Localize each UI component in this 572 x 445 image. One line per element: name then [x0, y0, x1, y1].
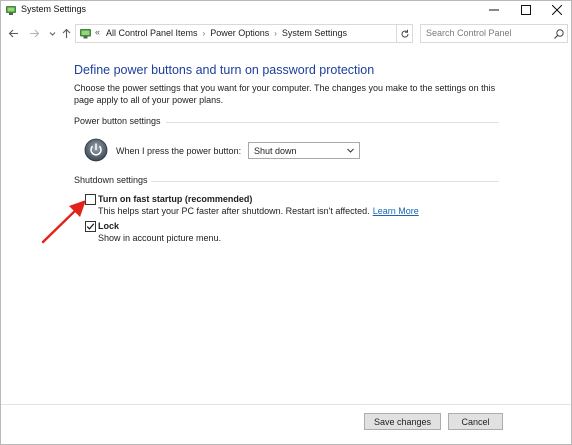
shutdown-settings-heading: Shutdown settings	[74, 175, 148, 185]
breadcrumb: All Control Panel Items › Power Options …	[106, 28, 347, 38]
up-button[interactable]	[59, 26, 73, 40]
lock-label[interactable]: Lock	[98, 221, 119, 231]
address-overflow-icon[interactable]: «	[95, 27, 100, 37]
cancel-button[interactable]: Cancel	[448, 413, 503, 430]
control-panel-icon	[80, 29, 91, 39]
breadcrumb-power-options[interactable]: Power Options	[210, 28, 269, 38]
breadcrumb-system-settings[interactable]: System Settings	[282, 28, 347, 38]
footer-divider	[1, 404, 571, 405]
arrow-left-icon	[8, 29, 18, 37]
power-button-settings-heading: Power button settings	[74, 116, 161, 126]
learn-more-link[interactable]: Learn More	[373, 206, 419, 216]
refresh-icon	[401, 29, 409, 37]
fast-startup-label[interactable]: Turn on fast startup (recommended)	[98, 194, 252, 204]
refresh-button[interactable]	[397, 24, 413, 43]
arrow-right-icon	[29, 29, 39, 37]
chevron-down-icon	[347, 148, 354, 153]
window-title: System Settings	[21, 4, 87, 14]
page-title: Define power buttons and turn on passwor…	[74, 63, 375, 77]
search-box[interactable]	[420, 24, 568, 43]
breadcrumb-all-control-panel-items[interactable]: All Control Panel Items	[106, 28, 198, 38]
divider	[151, 181, 499, 182]
search-input[interactable]	[426, 28, 546, 38]
arrow-up-icon	[62, 28, 70, 38]
breadcrumb-separator-icon[interactable]: ›	[203, 29, 206, 38]
fast-startup-description-text: This helps start your PC faster after sh…	[98, 206, 370, 216]
back-button[interactable]	[6, 26, 20, 40]
maximize-icon	[521, 5, 531, 15]
chevron-down-icon	[49, 31, 55, 36]
intro-text: Choose the power settings that you want …	[74, 83, 496, 105]
forward-button[interactable]	[27, 26, 41, 40]
power-button-action-value: Shut down	[254, 146, 297, 156]
power-button-action-select[interactable]: Shut down	[248, 142, 360, 159]
close-icon	[552, 5, 562, 15]
lock-description: Show in account picture menu.	[98, 233, 222, 243]
minimize-icon	[489, 9, 499, 11]
address-bar[interactable]: « All Control Panel Items › Power Option…	[75, 24, 467, 43]
divider	[166, 122, 499, 123]
power-icon	[84, 138, 108, 162]
fast-startup-description: This helps start your PC faster after sh…	[98, 206, 419, 216]
title-bar: System Settings	[1, 1, 571, 19]
breadcrumb-separator-icon[interactable]: ›	[274, 29, 277, 38]
search-icon[interactable]	[553, 28, 565, 40]
minimize-button[interactable]	[479, 1, 509, 19]
navigation-bar: « All Control Panel Items › Power Option…	[1, 23, 571, 45]
annotation-arrow-icon	[41, 200, 86, 244]
save-changes-button[interactable]: Save changes	[364, 413, 441, 430]
power-button-action-label: When I press the power button:	[116, 146, 242, 156]
system-settings-window: System Settings « All Control Panel Item…	[0, 0, 572, 445]
close-button[interactable]	[542, 1, 572, 19]
control-panel-icon	[6, 6, 16, 15]
maximize-button[interactable]	[511, 1, 541, 19]
recent-locations-button[interactable]	[45, 26, 59, 40]
